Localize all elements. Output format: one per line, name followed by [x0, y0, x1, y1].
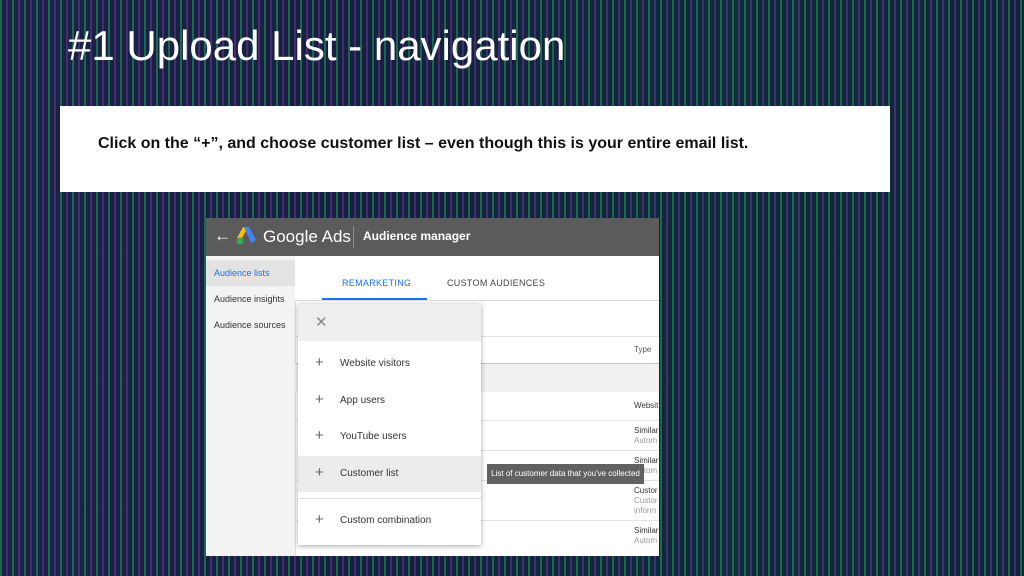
sidebar-item-audience-insights[interactable]: Audience insights: [206, 286, 295, 312]
screenshot-panel: ← Google Ads Audience manager Audience l…: [206, 218, 659, 556]
arrow-left-icon[interactable]: ←: [214, 226, 231, 246]
menu-separator: [298, 498, 481, 499]
menu-item-label: YouTube users: [340, 431, 407, 442]
plus-icon: +: [315, 391, 324, 408]
menu-item-website-visitors[interactable]: + Website visitors: [298, 346, 481, 382]
sidebar-item-audience-sources[interactable]: Audience sources: [206, 312, 295, 338]
plus-icon: +: [315, 354, 324, 371]
instruction-box: Click on the “+”, and choose customer li…: [60, 106, 890, 192]
row-type: Custor: [634, 486, 658, 495]
plus-icon: +: [315, 427, 324, 444]
tab-custom-audiences[interactable]: CUSTOM AUDIENCES: [447, 278, 545, 288]
menu-item-label: Customer list: [340, 468, 399, 479]
row-subtype-extra: inform: [634, 506, 657, 515]
menu-item-label: Custom combination: [340, 515, 432, 526]
tab-remarketing[interactable]: REMARKETING: [342, 278, 411, 288]
sidebar-item-audience-lists[interactable]: Audience lists: [206, 260, 295, 286]
menu-item-app-users[interactable]: + App users: [298, 383, 481, 419]
menu-item-customer-list[interactable]: + Customer list: [298, 456, 481, 492]
customer-list-tooltip: List of customer data that you've collec…: [487, 464, 644, 484]
menu-item-custom-combination[interactable]: + Custom combination: [298, 503, 481, 539]
row-type: Similar: [634, 526, 659, 535]
tab-bar: REMARKETING CUSTOM AUDIENCES: [295, 256, 659, 301]
sidebar: Audience lists Audience insights Audienc…: [206, 256, 296, 556]
plus-icon: +: [315, 511, 324, 528]
topbar-divider: [353, 226, 354, 248]
row-subtype: Autom: [634, 436, 658, 445]
tool-name: Audience manager: [363, 229, 471, 243]
row-subtype: Custor: [634, 496, 658, 505]
google-ads-logo-icon: [236, 227, 256, 245]
top-bar: ← Google Ads Audience manager: [206, 218, 659, 256]
row-subtype: Autom: [634, 536, 658, 545]
menu-item-youtube-users[interactable]: + YouTube users: [298, 419, 481, 455]
menu-item-label: Website visitors: [340, 358, 410, 369]
close-icon[interactable]: ✕: [315, 313, 328, 331]
menu-header: ✕: [298, 304, 481, 341]
plus-icon: +: [315, 464, 324, 481]
row-type: Similar: [634, 426, 659, 435]
slide-title: #1 Upload List - navigation: [68, 22, 566, 69]
instruction-text: Click on the “+”, and choose customer li…: [98, 135, 749, 152]
create-audience-menu: ✕ + Website visitors + App users + YouTu…: [298, 304, 481, 545]
brand-name: Google Ads: [263, 227, 351, 246]
type-column-header[interactable]: Type: [634, 345, 651, 354]
menu-item-label: App users: [340, 395, 386, 406]
row-type: Websit: [634, 401, 659, 410]
